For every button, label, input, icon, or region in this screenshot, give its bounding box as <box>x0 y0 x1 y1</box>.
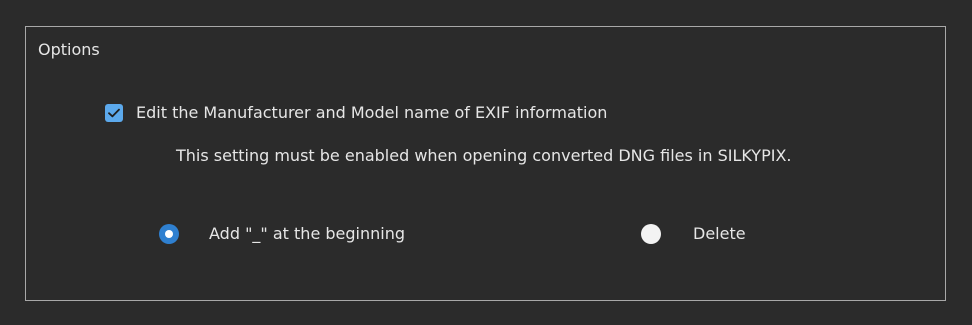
radio-add-underscore[interactable]: Add "_" at the beginning <box>159 223 405 245</box>
edit-exif-checkbox-row[interactable]: Edit the Manufacturer and Model name of … <box>105 102 607 124</box>
radio-delete-label[interactable]: Delete <box>693 224 746 244</box>
edit-exif-checkbox[interactable] <box>105 104 123 122</box>
radio-unselected-icon[interactable] <box>641 224 661 244</box>
edit-exif-checkbox-label[interactable]: Edit the Manufacturer and Model name of … <box>136 103 607 123</box>
radio-dot-icon <box>165 230 173 238</box>
radio-add-underscore-label[interactable]: Add "_" at the beginning <box>209 224 405 244</box>
radio-selected-icon[interactable] <box>159 224 179 244</box>
options-section-title: Options <box>38 40 100 59</box>
checkmark-icon <box>108 108 120 118</box>
edit-exif-note: This setting must be enabled when openin… <box>176 146 792 165</box>
radio-delete[interactable]: Delete <box>641 223 746 245</box>
